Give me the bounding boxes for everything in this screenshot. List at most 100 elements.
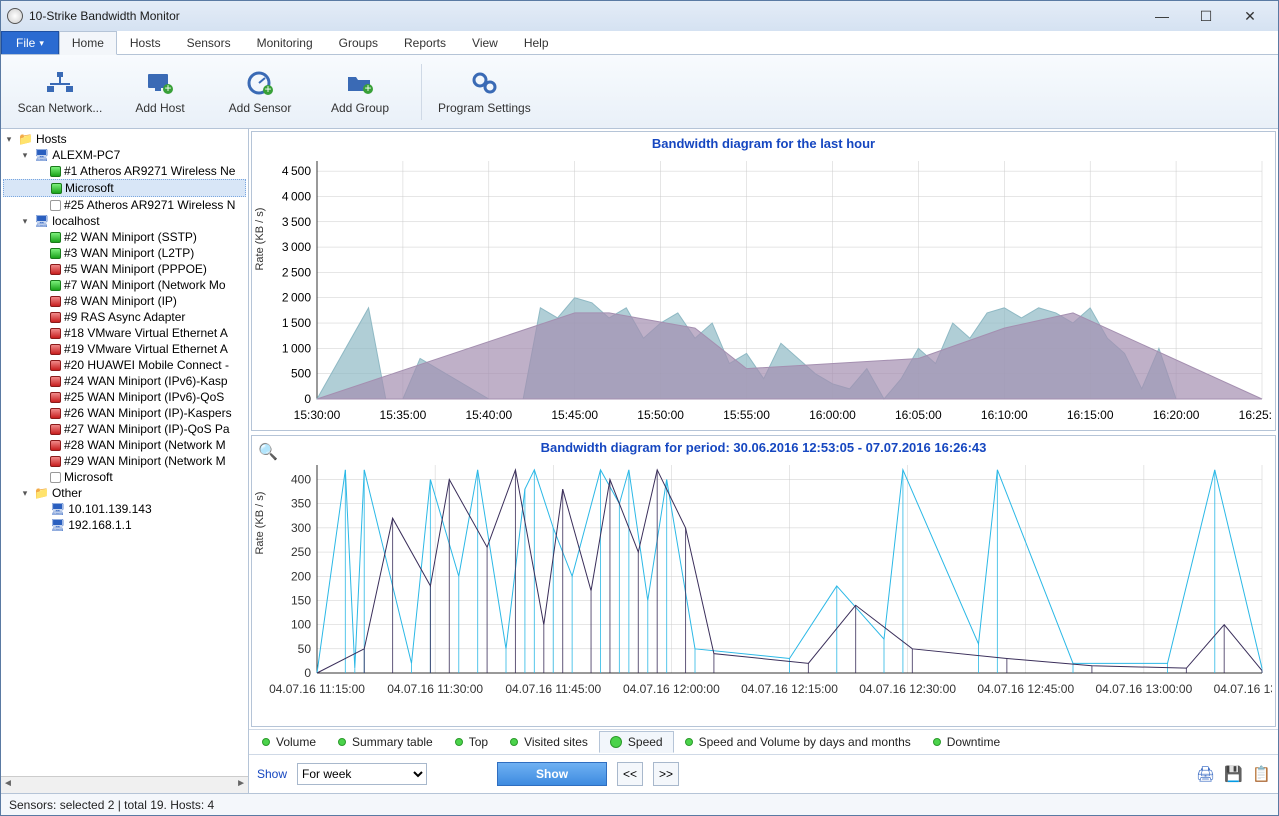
tree-group[interactable]: ▾🖥 localhost — [3, 213, 246, 229]
svg-text:3 000: 3 000 — [282, 240, 311, 254]
tree-sensor[interactable]: 🖥 192.168.1.1 — [3, 517, 246, 533]
tree-sensor[interactable]: #29 WAN Miniport (Network M — [3, 453, 246, 469]
ribbon-tab-groups[interactable]: Groups — [326, 31, 391, 54]
add-sensor-button[interactable]: + Add Sensor — [215, 69, 305, 115]
ribbon-separator — [421, 64, 422, 120]
report-tab-speed[interactable]: Speed — [599, 731, 674, 753]
tree-horizontal-scrollbar[interactable]: ◄ ► — [1, 776, 248, 793]
ribbon-tab-home[interactable]: Home — [59, 31, 117, 55]
svg-text:1 500: 1 500 — [282, 316, 311, 330]
prev-button[interactable]: << — [617, 762, 643, 786]
svg-text:300: 300 — [291, 521, 311, 535]
tree-sensor[interactable]: #26 WAN Miniport (IP)-Kaspers — [3, 405, 246, 421]
tree-sensor[interactable]: #24 WAN Miniport (IPv6)-Kasp — [3, 373, 246, 389]
tree-sensor[interactable]: #18 VMware Virtual Ethernet A — [3, 325, 246, 341]
ribbon-tab-view[interactable]: View — [459, 31, 511, 54]
ribbon-tab-monitoring[interactable]: Monitoring — [244, 31, 326, 54]
status-bar: Sensors: selected 2 | total 19. Hosts: 4 — [1, 793, 1278, 815]
monitor-plus-icon: + — [146, 69, 174, 97]
tree-sensor[interactable]: #2 WAN Miniport (SSTP) — [3, 229, 246, 245]
status-dot-icon — [338, 738, 346, 746]
ribbon-tab-strip: File HomeHostsSensorsMonitoringGroupsRep… — [1, 31, 1278, 55]
svg-text:15:40:00: 15:40:00 — [465, 408, 512, 422]
control-bar: Show For week Show << >> 🖨 💾 📋 — [249, 755, 1278, 793]
ribbon-tab-reports[interactable]: Reports — [391, 31, 459, 54]
report-tab-top[interactable]: Top — [444, 731, 499, 753]
tree-root[interactable]: ▾📁 Hosts — [3, 131, 246, 147]
program-settings-button[interactable]: Program Settings — [438, 69, 531, 115]
tree-sensor[interactable]: #25 WAN Miniport (IPv6)-QoS — [3, 389, 246, 405]
scan-network-button[interactable]: Scan Network... — [15, 69, 105, 115]
hosts-tree[interactable]: ▾📁 Hosts▾🖥 ALEXM-PC7 #1 Atheros AR9271 W… — [1, 129, 249, 793]
save-icon[interactable]: 💾 — [1224, 765, 1242, 783]
window-title: 10-Strike Bandwidth Monitor — [29, 9, 180, 23]
maximize-button[interactable]: ☐ — [1184, 5, 1228, 27]
show-button[interactable]: Show — [497, 762, 607, 786]
svg-text:+: + — [264, 82, 271, 96]
add-host-button[interactable]: + Add Host — [115, 69, 205, 115]
print-icon[interactable]: 🖨 — [1196, 765, 1214, 783]
copy-icon[interactable]: 📋 — [1252, 765, 1270, 783]
chart-last-hour: Bandwidth diagram for the last hour Rate… — [251, 131, 1276, 431]
report-tab-downtime[interactable]: Downtime — [922, 731, 1011, 753]
ribbon-tab-sensors[interactable]: Sensors — [174, 31, 244, 54]
magnifier-icon[interactable]: 🔍 — [258, 442, 278, 462]
svg-text:200: 200 — [291, 569, 311, 583]
tree-sensor[interactable]: #25 Atheros AR9271 Wireless N — [3, 197, 246, 213]
svg-text:04.07.16 12:30:00: 04.07.16 12:30:00 — [859, 682, 956, 696]
tree-sensor[interactable]: #20 HUAWEI Mobile Connect - — [3, 357, 246, 373]
svg-text:0: 0 — [304, 392, 311, 406]
titlebar[interactable]: 10-Strike Bandwidth Monitor — ☐ ✕ — [1, 1, 1278, 31]
tree-sensor[interactable]: #1 Atheros AR9271 Wireless Ne — [3, 163, 246, 179]
tree-sensor[interactable]: #9 RAS Async Adapter — [3, 309, 246, 325]
status-dot-icon — [262, 738, 270, 746]
tree-group[interactable]: ▾🖥 ALEXM-PC7 — [3, 147, 246, 163]
svg-text:04.07.16 13:15:00: 04.07.16 13:15:00 — [1214, 682, 1272, 696]
ribbon-toolbar: Scan Network... + Add Host + Add Sensor … — [1, 55, 1278, 129]
svg-text:100: 100 — [291, 618, 311, 632]
status-dot-icon — [455, 738, 463, 746]
svg-text:04.07.16 12:45:00: 04.07.16 12:45:00 — [977, 682, 1074, 696]
report-tab-visited-sites[interactable]: Visited sites — [499, 731, 599, 753]
period-select[interactable]: For week — [297, 763, 427, 785]
svg-text:16:05:00: 16:05:00 — [895, 408, 942, 422]
report-tabs: VolumeSummary tableTopVisited sitesSpeed… — [249, 729, 1278, 755]
svg-text:0: 0 — [304, 666, 311, 680]
tree-sensor[interactable]: Microsoft — [3, 179, 246, 197]
ribbon-tab-hosts[interactable]: Hosts — [117, 31, 174, 54]
tree-sensor[interactable]: #5 WAN Miniport (PPPOE) — [3, 261, 246, 277]
tree-sensor[interactable]: #19 VMware Virtual Ethernet A — [3, 341, 246, 357]
chart-period: 🔍 Bandwidth diagram for period: 30.06.20… — [251, 435, 1276, 727]
tree-group[interactable]: ▾📁 Other — [3, 485, 246, 501]
tree-sensor[interactable]: #3 WAN Miniport (L2TP) — [3, 245, 246, 261]
tree-sensor[interactable]: #28 WAN Miniport (Network M — [3, 437, 246, 453]
svg-text:15:55:00: 15:55:00 — [723, 408, 770, 422]
file-menu[interactable]: File — [1, 31, 59, 54]
status-dot-icon — [510, 738, 518, 746]
svg-text:15:50:00: 15:50:00 — [637, 408, 684, 422]
svg-text:15:30:00: 15:30:00 — [294, 408, 341, 422]
ribbon-tab-help[interactable]: Help — [511, 31, 562, 54]
report-tab-speed-and-volume-by-days-and-months[interactable]: Speed and Volume by days and months — [674, 731, 922, 753]
app-window: 10-Strike Bandwidth Monitor — ☐ ✕ File H… — [0, 0, 1279, 816]
next-button[interactable]: >> — [653, 762, 679, 786]
tree-sensor[interactable]: #8 WAN Miniport (IP) — [3, 293, 246, 309]
svg-text:3 500: 3 500 — [282, 215, 311, 229]
gear-icon — [470, 69, 498, 97]
report-tab-summary-table[interactable]: Summary table — [327, 731, 444, 753]
svg-text:500: 500 — [291, 367, 311, 381]
close-button[interactable]: ✕ — [1228, 5, 1272, 27]
svg-text:350: 350 — [291, 497, 311, 511]
report-tab-volume[interactable]: Volume — [251, 731, 327, 753]
svg-text:50: 50 — [298, 642, 312, 656]
network-icon — [46, 69, 74, 97]
add-group-button[interactable]: + Add Group — [315, 69, 405, 115]
tree-sensor[interactable]: 🖥 10.101.139.143 — [3, 501, 246, 517]
svg-text:16:20:00: 16:20:00 — [1153, 408, 1200, 422]
minimize-button[interactable]: — — [1140, 5, 1184, 27]
svg-text:04.07.16 11:45:00: 04.07.16 11:45:00 — [505, 682, 601, 696]
tree-sensor[interactable]: #27 WAN Miniport (IP)-QoS Pa — [3, 421, 246, 437]
tree-sensor[interactable]: #7 WAN Miniport (Network Mo — [3, 277, 246, 293]
svg-text:16:25:00: 16:25:00 — [1239, 408, 1272, 422]
tree-sensor[interactable]: Microsoft — [3, 469, 246, 485]
